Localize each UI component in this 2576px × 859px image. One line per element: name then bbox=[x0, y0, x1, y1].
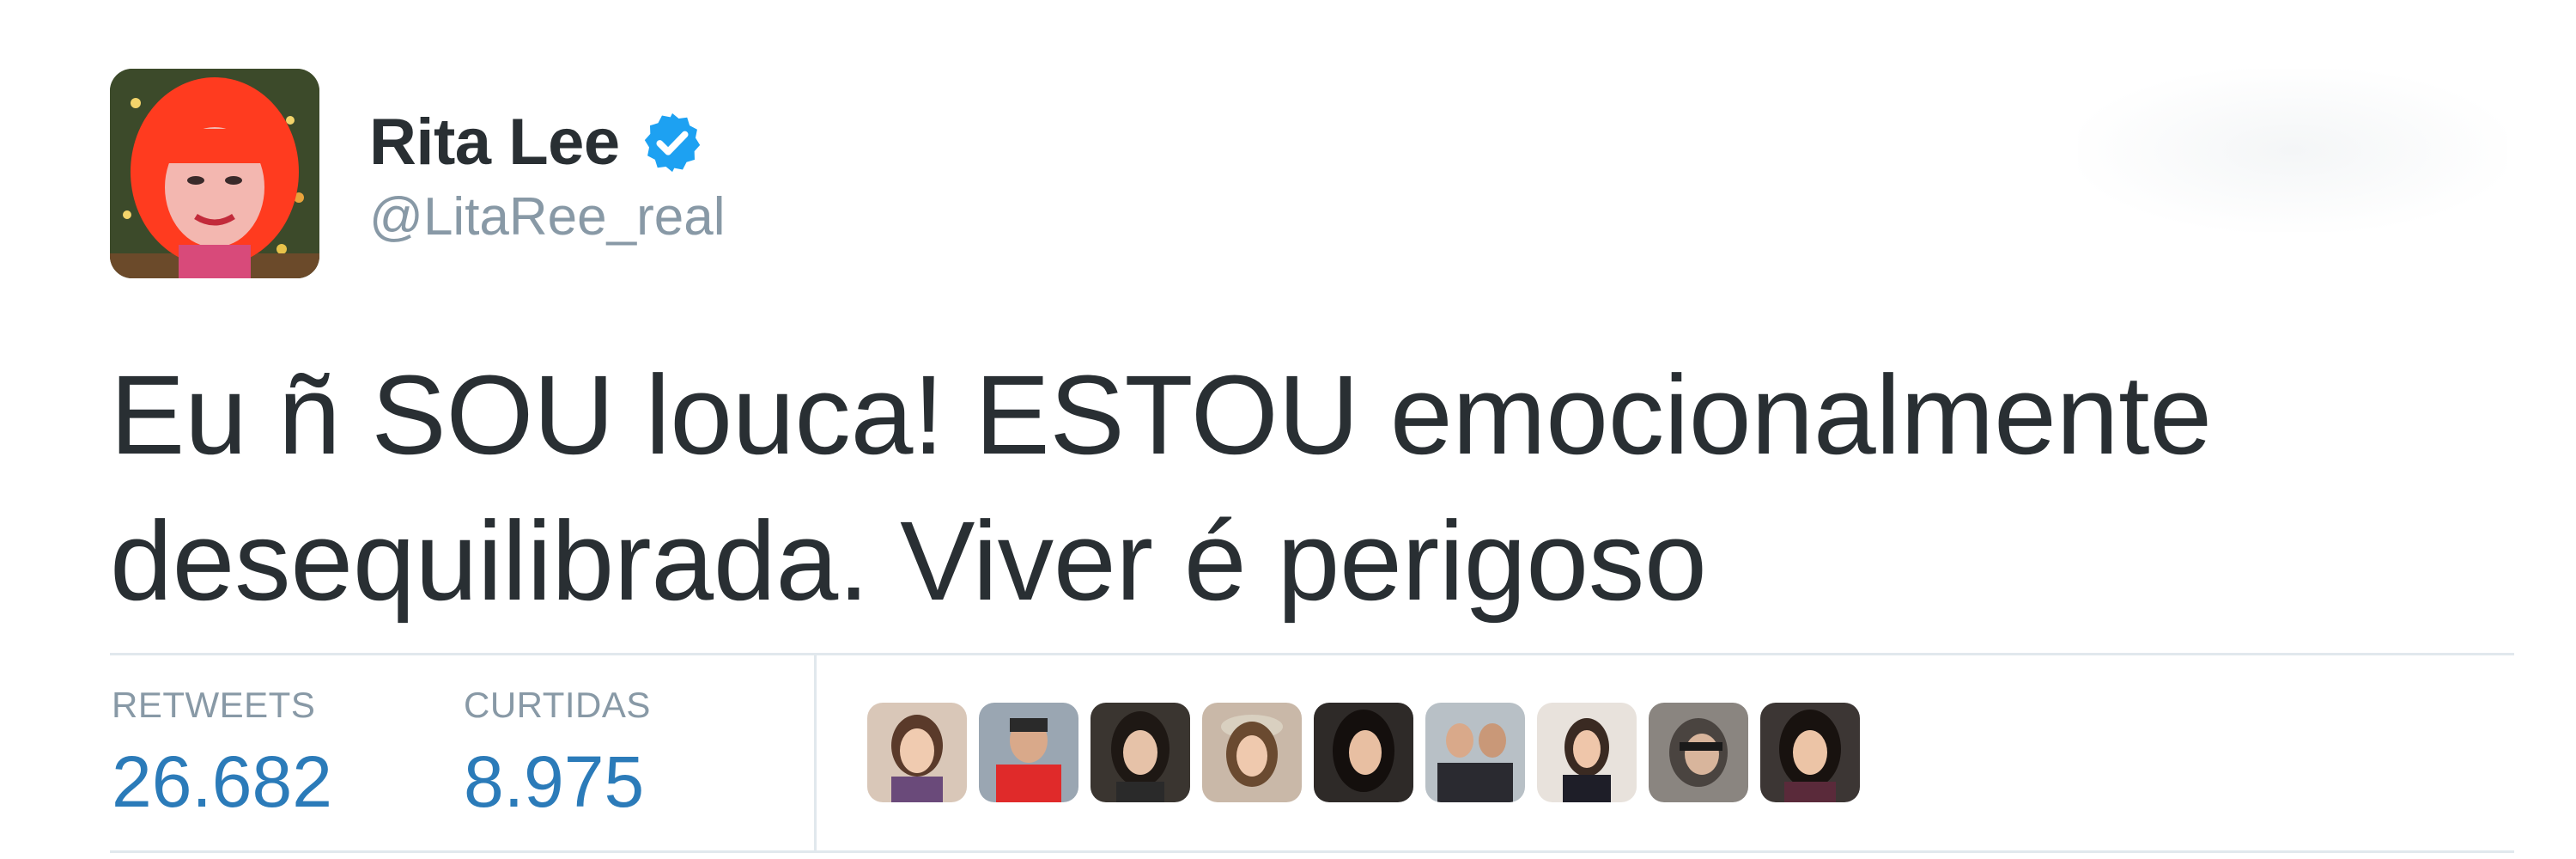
profile-avatar-icon bbox=[110, 69, 319, 278]
liker-avatar-icon bbox=[1202, 703, 1302, 802]
tweet-text-line: desequilibrada. Viver é perigoso bbox=[110, 497, 1707, 624]
liker-avatar[interactable] bbox=[979, 703, 1078, 802]
retweets-count: 26.682 bbox=[112, 741, 332, 822]
likes-count: 8.975 bbox=[464, 741, 645, 822]
author-name-row[interactable]: Rita Lee bbox=[369, 101, 706, 184]
liker-avatar-icon bbox=[979, 703, 1078, 802]
stats-vertical-divider bbox=[814, 655, 817, 850]
liker-avatar[interactable] bbox=[1425, 703, 1525, 802]
liker-avatar[interactable] bbox=[1649, 703, 1748, 802]
liker-avatar-icon bbox=[1760, 703, 1860, 802]
liker-avatar[interactable] bbox=[1760, 703, 1860, 802]
follow-button[interactable] bbox=[2078, 69, 2507, 232]
display-name[interactable]: Rita Lee bbox=[369, 110, 620, 175]
liker-avatar[interactable] bbox=[1202, 703, 1302, 802]
liker-avatar-icon bbox=[1649, 703, 1748, 802]
likes-label: CURTIDAS bbox=[464, 685, 651, 725]
liker-avatar-icon bbox=[1425, 703, 1525, 802]
tweet-text-line: Eu ñ SOU louca! ESTOU emocionalmente bbox=[110, 351, 2212, 478]
liker-avatar[interactable] bbox=[1314, 703, 1413, 802]
retweets-stat[interactable]: RETWEETS 26.682 bbox=[112, 685, 332, 822]
liker-avatar[interactable] bbox=[1537, 703, 1637, 802]
liker-avatar-icon bbox=[1537, 703, 1637, 802]
profile-avatar[interactable] bbox=[110, 69, 319, 278]
verified-badge-icon bbox=[644, 113, 700, 173]
tweet-text: Eu ñ SOU louca! ESTOU emocionalmente des… bbox=[110, 342, 2428, 634]
retweets-label: RETWEETS bbox=[112, 685, 316, 725]
stats-divider-top bbox=[110, 653, 2514, 655]
likes-stat[interactable]: CURTIDAS 8.975 bbox=[464, 685, 651, 822]
stats-divider-bottom bbox=[110, 850, 2514, 853]
likers-list bbox=[867, 703, 1860, 802]
liker-avatar-icon bbox=[1091, 703, 1190, 802]
liker-avatar-icon bbox=[867, 703, 967, 802]
liker-avatar-icon bbox=[1314, 703, 1413, 802]
user-handle[interactable]: @LitaRee_real bbox=[369, 191, 726, 244]
liker-avatar[interactable] bbox=[1091, 703, 1190, 802]
liker-avatar[interactable] bbox=[867, 703, 967, 802]
